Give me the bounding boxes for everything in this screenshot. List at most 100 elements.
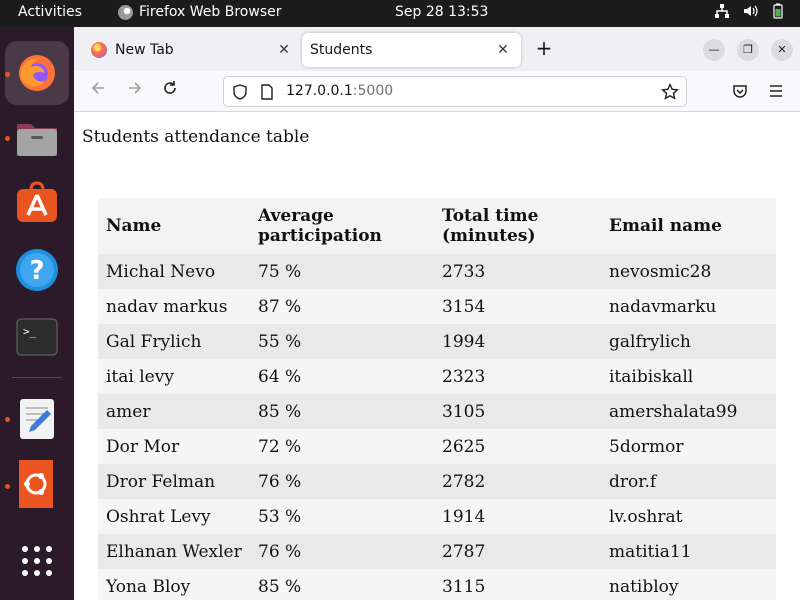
svg-text:?: ? <box>29 256 44 286</box>
running-indicator <box>5 72 10 77</box>
cell-participation: 75 % <box>258 261 302 282</box>
app-center-icon[interactable] <box>14 179 60 225</box>
url-bar[interactable]: 127.0.0.1:5000 <box>223 76 687 107</box>
files-icon[interactable] <box>14 115 60 161</box>
cell-total-time: 1994 <box>442 331 486 352</box>
column-header-name: Name <box>98 198 250 254</box>
tab-bar: New Tab ✕ Students ✕ + — ❐ ✕ <box>74 27 800 71</box>
cell-email: dror.f <box>609 471 657 492</box>
cell-total-time: 1914 <box>442 506 486 527</box>
tab-students[interactable]: Students ✕ <box>302 33 521 67</box>
cell-name: Yona Bloy <box>106 576 191 597</box>
table-row: itai levy 64 % 2323 itaibiskall <box>98 359 776 394</box>
url-text: 127.0.0.1:5000 <box>286 83 393 99</box>
close-tab-icon[interactable]: ✕ <box>274 42 294 58</box>
cell-name: Oshrat Levy <box>106 506 211 527</box>
show-apps-icon[interactable] <box>14 538 60 584</box>
cell-name: Dor Mor <box>106 436 180 457</box>
cell-email: matitia11 <box>609 541 692 562</box>
hamburger-menu-icon[interactable] <box>768 83 784 99</box>
cell-email: nevosmic28 <box>609 261 712 282</box>
page-content: Students attendance table Name Average p… <box>74 112 800 600</box>
cell-email: lv.oshrat <box>609 506 683 527</box>
tab-label: New Tab <box>115 42 174 58</box>
dock: ? >_ <box>0 27 74 600</box>
cell-name: nadav markus <box>106 296 228 317</box>
terminal-icon[interactable]: >_ <box>14 314 60 360</box>
forward-button[interactable] <box>123 79 147 103</box>
running-indicator <box>5 484 10 489</box>
table-row: Dor Mor 72 % 2625 5dormor <box>98 429 776 464</box>
table-row: Elhanan Wexler 76 % 2787 matitia11 <box>98 534 776 569</box>
app-name: Firefox Web Browser <box>139 4 282 20</box>
new-tab-button[interactable]: + <box>532 37 556 61</box>
table-row: Dror Felman 76 % 2782 dror.f <box>98 464 776 499</box>
column-header-participation: Average participation <box>250 198 434 254</box>
close-tab-icon[interactable]: ✕ <box>493 42 513 58</box>
cell-participation: 64 % <box>258 366 302 387</box>
firefox-favicon-icon <box>91 42 107 58</box>
activities-button[interactable]: Activities <box>18 4 82 20</box>
cell-total-time: 2782 <box>442 471 486 492</box>
clock[interactable]: Sep 28 13:53 <box>395 4 488 20</box>
cell-email: natibloy <box>609 576 679 597</box>
cell-email: nadavmarku <box>609 296 717 317</box>
cell-total-time: 2787 <box>442 541 486 562</box>
cell-name: Elhanan Wexler <box>106 541 242 562</box>
bookmark-star-icon[interactable] <box>661 83 679 101</box>
app-menu[interactable]: Firefox Web Browser <box>118 4 282 20</box>
cell-participation: 76 % <box>258 471 302 492</box>
url-host: 127.0.0.1 <box>286 83 353 99</box>
cell-total-time: 3105 <box>442 401 486 422</box>
cell-email: 5dormor <box>609 436 684 457</box>
tab-new-tab[interactable]: New Tab ✕ <box>82 33 302 67</box>
cell-name: Dror Felman <box>106 471 216 492</box>
firefox-icon[interactable] <box>14 50 60 96</box>
table-row: Yona Bloy 85 % 3115 natibloy <box>98 569 776 600</box>
help-icon[interactable]: ? <box>14 247 60 293</box>
table-body: Michal Nevo 75 % 2733 nevosmic28 nadav marku… <box>98 254 776 600</box>
cell-participation: 55 % <box>258 331 302 352</box>
cell-name: itai levy <box>106 366 174 387</box>
pocket-icon[interactable] <box>732 83 748 99</box>
forward-arrow-icon <box>129 82 142 94</box>
cell-total-time: 3115 <box>442 576 486 597</box>
ubuntu-software-icon[interactable] <box>14 460 60 508</box>
text-editor-icon[interactable] <box>14 395 60 441</box>
cell-participation: 53 % <box>258 506 302 527</box>
navigation-bar: 127.0.0.1:5000 <box>74 71 800 112</box>
cell-total-time: 3154 <box>442 296 486 317</box>
cell-email: itaibiskall <box>609 366 694 387</box>
network-icon <box>715 4 729 18</box>
column-header-email: Email name <box>601 198 776 254</box>
svg-text:>_: >_ <box>23 325 37 338</box>
cell-name: Michal Nevo <box>106 261 216 282</box>
cell-total-time: 2733 <box>442 261 486 282</box>
table-header-row: Name Average participation Total time (m… <box>98 198 776 254</box>
close-window-button[interactable]: ✕ <box>771 39 793 61</box>
table-row: Gal Frylich 55 % 1994 galfrylich <box>98 324 776 359</box>
page-title: Students attendance table <box>82 127 310 147</box>
restore-button[interactable]: ❐ <box>737 39 759 61</box>
running-indicator <box>5 417 10 422</box>
system-tray[interactable] <box>714 3 786 19</box>
minimize-button[interactable]: — <box>703 39 725 61</box>
table-row: amer 85 % 3105 amershalata99 <box>98 394 776 429</box>
firefox-small-icon <box>118 4 133 20</box>
cell-participation: 87 % <box>258 296 302 317</box>
table-row: Michal Nevo 75 % 2733 nevosmic28 <box>98 254 776 289</box>
cell-name: amer <box>106 401 151 422</box>
tracking-protection-icon[interactable] <box>232 84 248 100</box>
battery-icon <box>773 3 783 19</box>
cell-email: amershalata99 <box>609 401 738 422</box>
reload-button[interactable] <box>158 79 182 103</box>
tab-label: Students <box>310 42 373 58</box>
cell-participation: 72 % <box>258 436 302 457</box>
back-button[interactable] <box>86 79 110 103</box>
cell-name: Gal Frylich <box>106 331 202 352</box>
running-indicator <box>5 136 10 141</box>
attendance-table: Name Average participation Total time (m… <box>98 198 776 600</box>
back-arrow-icon <box>91 82 104 94</box>
cell-participation: 85 % <box>258 576 302 597</box>
volume-icon <box>744 5 758 17</box>
